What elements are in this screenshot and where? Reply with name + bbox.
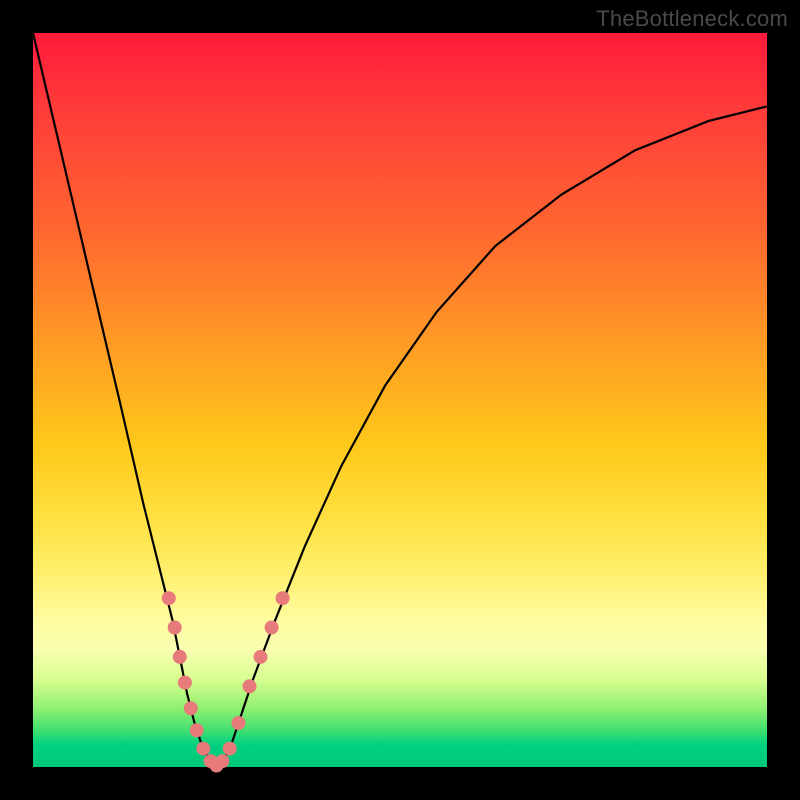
curve-markers [162, 591, 290, 772]
chart-svg [33, 33, 767, 767]
curve-marker [173, 650, 187, 664]
chart-frame: TheBottleneck.com [0, 0, 800, 800]
bottleneck-curve [33, 33, 767, 767]
curve-marker [265, 621, 279, 635]
chart-plot-area [33, 33, 767, 767]
curve-marker [254, 650, 268, 664]
curve-marker [178, 676, 192, 690]
curve-marker [162, 591, 176, 605]
curve-marker [232, 716, 246, 730]
curve-marker [184, 701, 198, 715]
curve-marker [243, 679, 257, 693]
curve-marker [223, 742, 237, 756]
curve-marker [168, 621, 182, 635]
curve-marker [276, 591, 290, 605]
curve-marker [215, 754, 229, 768]
curve-marker [196, 742, 210, 756]
curve-marker [190, 723, 204, 737]
watermark-text: TheBottleneck.com [596, 6, 788, 32]
